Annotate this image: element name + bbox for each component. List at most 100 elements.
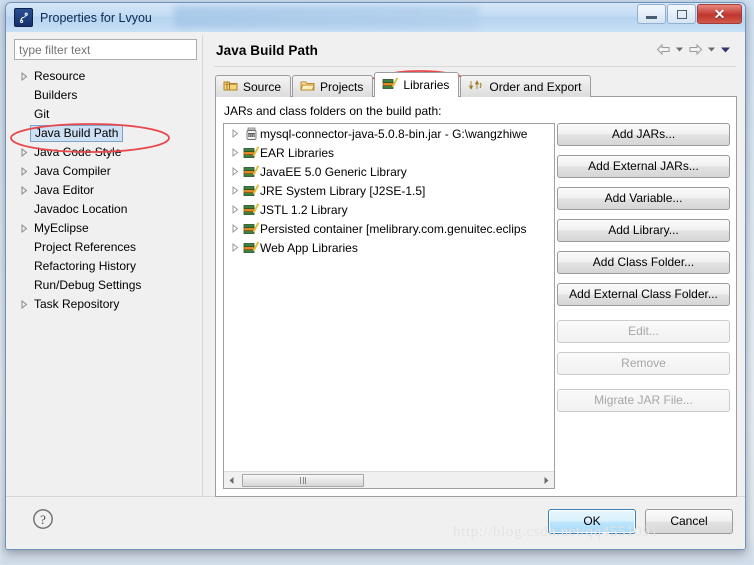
expand-arrow-icon[interactable] [18, 165, 31, 178]
order-export-icon [468, 79, 484, 95]
sidebar-item-label: Java Compiler [34, 164, 111, 178]
scroll-right-icon[interactable] [539, 473, 554, 488]
build-path-list[interactable]: 010 mysql-connector-java-5.0.8-bin.jar -… [223, 123, 555, 489]
tab-projects[interactable]: Projects [292, 75, 374, 97]
back-arrow-icon[interactable] [656, 43, 671, 56]
sidebar-item-resource[interactable]: Resource [14, 67, 197, 86]
expand-arrow-icon[interactable] [229, 203, 242, 216]
expand-arrow-icon[interactable] [18, 184, 31, 197]
library-icon [242, 241, 260, 254]
view-menu-icon[interactable] [720, 46, 731, 54]
horizontal-scrollbar[interactable] [224, 471, 554, 488]
add-external-jars-button[interactable]: Add External JARs... [557, 155, 730, 178]
sidebar-item-java-editor[interactable]: Java Editor [14, 181, 197, 200]
sidebar-item-builders[interactable]: Builders [14, 86, 197, 105]
tab-label: Order and Export [489, 79, 582, 94]
list-item[interactable]: JavaEE 5.0 Generic Library [224, 162, 554, 181]
sidebar-item-java-code-style[interactable]: Java Code Style [14, 143, 197, 162]
scroll-left-icon[interactable] [224, 473, 239, 488]
scrollbar-track[interactable] [239, 472, 539, 488]
expand-arrow-icon[interactable] [18, 298, 31, 311]
sidebar-item-project-references[interactable]: Project References [14, 238, 197, 257]
tab-label: Source [243, 79, 282, 94]
libraries-tab-content: JARs and class folders on the build path… [216, 97, 736, 496]
filter-input[interactable] [14, 39, 197, 60]
library-icon [242, 165, 260, 178]
expand-arrow-icon[interactable] [229, 222, 242, 235]
list-item[interactable]: 010 mysql-connector-java-5.0.8-bin.jar -… [224, 124, 554, 143]
minimize-button[interactable] [637, 4, 666, 24]
sidebar-item-myeclipse[interactable]: MyEclipse [14, 219, 197, 238]
back-dropdown-icon[interactable] [675, 46, 684, 53]
sidebar-item-label: Java Editor [34, 183, 95, 197]
list-item[interactable]: JRE System Library [J2SE-1.5] [224, 181, 554, 200]
source-folder-icon [223, 79, 238, 95]
restore-button[interactable] [667, 4, 696, 24]
close-button[interactable]: ✕ [697, 4, 742, 24]
projects-folder-icon [300, 79, 315, 95]
edit-button[interactable]: Edit... [557, 320, 730, 343]
sidebar-item-label: Git [34, 107, 50, 121]
sidebar-item-label: Javadoc Location [34, 202, 128, 216]
expand-arrow-icon[interactable] [18, 70, 31, 83]
library-icon [242, 203, 260, 216]
libraries-books-icon [382, 77, 399, 93]
list-item[interactable]: EAR Libraries [224, 143, 554, 162]
title-separator [214, 66, 736, 67]
minimize-icon [646, 16, 657, 19]
sidebar-item-java-compiler[interactable]: Java Compiler [14, 162, 197, 181]
list-item-label: Web App Libraries [260, 240, 358, 255]
watermark-text: http://blog.csdn.net/qq4551091 [453, 524, 659, 540]
tab-label: Libraries [403, 78, 450, 92]
dialog-client-area: Resource Builders Git Java Build Path [6, 32, 745, 549]
add-external-class-folder-button[interactable]: Add External Class Folder... [557, 283, 730, 306]
sidebar-item-git[interactable]: Git [14, 105, 197, 124]
sidebar-item-java-build-path[interactable]: Java Build Path [14, 124, 197, 143]
tab-order-and-export[interactable]: Order and Export [460, 75, 592, 97]
settings-navigation-pane: Resource Builders Git Java Build Path [14, 39, 197, 497]
expand-arrow-icon[interactable] [229, 146, 242, 159]
list-item[interactable]: Persisted container [melibrary.com.genui… [224, 219, 554, 238]
tab-libraries[interactable]: Libraries [374, 72, 460, 97]
sidebar-item-task-repository[interactable]: Task Repository [14, 295, 197, 314]
sidebar-item-javadoc-location[interactable]: Javadoc Location [14, 200, 197, 219]
list-item-label: Persisted container [melibrary.com.genui… [260, 221, 527, 236]
restore-icon [676, 9, 687, 19]
libraries-tab-panel: JARs and class folders on the build path… [215, 96, 737, 497]
forward-arrow-icon[interactable] [688, 43, 703, 56]
forward-dropdown-icon[interactable] [707, 46, 716, 53]
tab-source[interactable]: Source [215, 75, 292, 97]
expand-arrow-icon[interactable] [229, 241, 242, 254]
add-class-folder-button[interactable]: Add Class Folder... [557, 251, 730, 274]
sidebar-item-label: Project References [34, 240, 137, 254]
list-item-label: JRE System Library [J2SE-1.5] [260, 183, 426, 198]
window-title: Properties for Lvyou [40, 10, 152, 25]
expand-arrow-icon[interactable] [18, 222, 31, 235]
expand-arrow-icon[interactable] [229, 127, 242, 140]
sidebar-item-refactoring-history[interactable]: Refactoring History [14, 257, 197, 276]
expand-arrow-icon[interactable] [229, 184, 242, 197]
add-library-button[interactable]: Add Library... [557, 219, 730, 242]
remove-button[interactable]: Remove [557, 352, 730, 375]
eclipse-properties-icon [14, 8, 33, 27]
sidebar-item-run-debug-settings[interactable]: Run/Debug Settings [14, 276, 197, 295]
expand-arrow-icon[interactable] [18, 146, 31, 159]
build-path-rows: 010 mysql-connector-java-5.0.8-bin.jar -… [224, 124, 554, 471]
add-jars-button[interactable]: Add JARs... [557, 123, 730, 146]
settings-tree[interactable]: Resource Builders Git Java Build Path Ja… [14, 67, 197, 497]
dialog-footer: ? OK Cancel http://blog.csdn.net/qq45510… [6, 496, 745, 549]
properties-dialog: Properties for Lvyou ✕ type filter text … [5, 2, 746, 550]
tab-strip: Source Projects Libraries Order and Expo… [215, 72, 737, 97]
library-icon [242, 222, 260, 235]
scrollbar-thumb[interactable] [242, 473, 364, 487]
window-title-bar[interactable]: Properties for Lvyou ✕ [6, 3, 745, 33]
sidebar-item-label: Run/Debug Settings [34, 278, 142, 292]
migrate-jar-file-button[interactable]: Migrate JAR File... [557, 389, 730, 412]
list-item-label: EAR Libraries [260, 145, 335, 160]
list-item[interactable]: Web App Libraries [224, 238, 554, 257]
help-icon[interactable]: ? [32, 508, 54, 533]
add-variable-button[interactable]: Add Variable... [557, 187, 730, 210]
tab-label: Projects [320, 79, 364, 94]
expand-arrow-icon[interactable] [229, 165, 242, 178]
list-item[interactable]: JSTL 1.2 Library [224, 200, 554, 219]
